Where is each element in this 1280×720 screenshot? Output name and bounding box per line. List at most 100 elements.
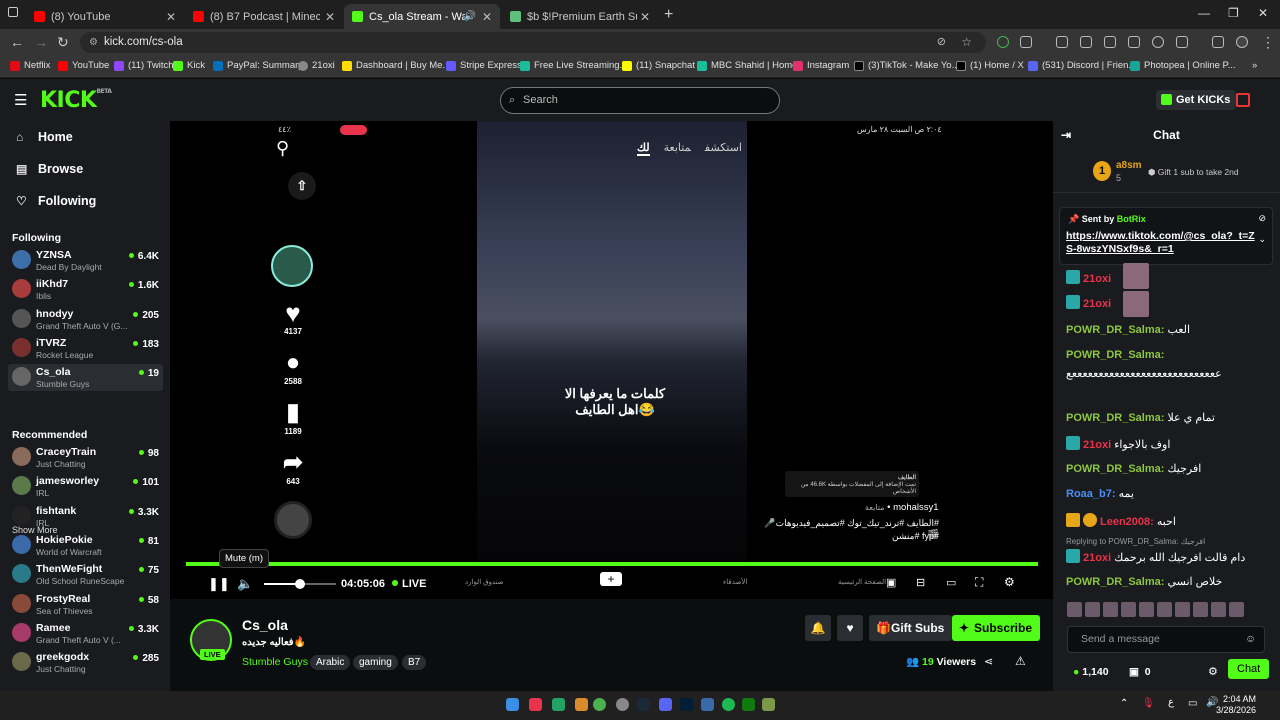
subscribe-button[interactable]: ✦ Subscribe [952,615,1041,641]
browser-tab[interactable]: (8) B7 Podcast | Minecraft | ٦ بي ✕ [185,4,343,29]
bookmark-item[interactable]: Stripe Express [446,60,522,71]
chat-username[interactable]: 21oxi [1083,439,1111,451]
video-player[interactable]: ٤٤٪ ⚲ ⇧ ♥ 4137 ● 2588 ▮ 1189 ➦ 643 كلمات ما … [170,121,1053,599]
speaker-icon[interactable]: 🔊 [464,11,476,22]
chat-username[interactable]: 21oxi [1083,552,1111,564]
media-icon[interactable] [1212,36,1224,48]
minecraft-icon[interactable] [762,698,775,711]
sidebar-channel-ramee[interactable]: Ramee Grand Theft Auto V (... 3.3K [8,620,163,647]
photoshop-icon[interactable] [680,698,693,711]
chat-username[interactable]: POWR_DR_Salma: [1066,576,1164,588]
tag-arabic[interactable]: Arabic [310,655,351,670]
sidebar-item-following[interactable]: ♡ Following [16,194,96,208]
forward-icon[interactable]: → [34,34,48,50]
bookmark-item[interactable]: Instagram [793,60,849,71]
sidebar-item-home[interactable]: ⌂ Home [16,130,73,144]
fullscreen-icon[interactable]: ⛶ [975,575,983,590]
gift-icon[interactable] [1236,93,1250,107]
unpin-icon[interactable]: ⊘ [1258,213,1266,224]
link-icon[interactable] [1176,36,1188,48]
bookmark-item[interactable]: Free Live Streaming... [520,60,627,71]
sidebar-channel-itvrz[interactable]: iTVRZ Rocket League 183 [8,335,163,362]
sidebar-channel-thenwefight[interactable]: ThenWeFight Old School RuneScape 75 [8,561,163,588]
tv-icon[interactable]: ⊟ [916,576,925,589]
bookmark-item[interactable]: (11) Snapchat [622,60,695,71]
bookmark-item[interactable]: PayPal: Summary [213,60,303,71]
sidebar-channel-hnodyy[interactable]: hnodyy Grand Theft Auto V (G... 205 [8,306,163,333]
chevron-down-icon[interactable]: ⌄ [1258,234,1266,245]
theater-mode-icon[interactable]: ▭ [946,576,956,589]
gifts-balance[interactable]: ▣ 0 [1129,666,1151,678]
minimize-icon[interactable]: — [1198,6,1210,20]
star-icon[interactable]: ☆ [961,32,972,53]
app-icon[interactable] [616,698,629,711]
bookmark-item[interactable]: Netflix [10,60,50,71]
follow-heart-button[interactable]: ♥ [837,615,863,641]
close-icon[interactable]: ✕ [166,10,176,24]
bookmark-item[interactable]: Kick [173,60,205,71]
sidebar-channel-jamesworley[interactable]: jamesworley IRL 101 [8,473,163,500]
reload-icon[interactable]: ↻ [57,34,69,51]
sidebar-channel-iikhd7[interactable]: iiKhd7 Iblis 1.6K [8,276,163,303]
bookmark-item[interactable]: 21oxi [298,60,335,71]
site-info-icon[interactable]: ⚙ [89,32,98,53]
sidebar-channel-fishtank[interactable]: fishtank IRL 3.3K [8,503,163,530]
get-kicks-button[interactable]: Get KICKs [1156,90,1237,110]
chat-username[interactable]: POWR_DR_Salma: [1066,324,1164,336]
chat-username[interactable]: Leen2008: [1100,516,1154,528]
sidebar-item-browse[interactable]: ▤ Browse [16,162,83,176]
bookmark-item[interactable]: Dashboard | Buy Me... [342,60,450,71]
sidebar-channel-cs_ola[interactable]: Cs_ola Stumble Guys 19 [8,364,163,392]
key-icon[interactable] [1080,36,1092,48]
share-icon[interactable]: ⋖ [984,655,993,668]
gift-subs-button[interactable]: 🎁 Gift Subs [869,615,953,641]
chat-send-button[interactable]: Chat [1228,659,1270,679]
bookmark-item[interactable]: (3)TikTok - Make Yo... [854,60,960,71]
back-icon[interactable]: ← [10,34,24,50]
close-window-icon[interactable]: ✕ [1258,6,1268,20]
extension-icon[interactable] [997,36,1009,48]
steam-icon[interactable] [637,698,650,711]
sidebar-channel-craceytrain[interactable]: CraceyTrain Just Chatting 98 [8,444,163,471]
history-icon[interactable] [1152,36,1164,48]
chat-username[interactable]: POWR_DR_Salma: [1066,463,1164,475]
gift-sub-cta[interactable]: ⬢ Gift 1 sub to take 2nd [1148,167,1239,178]
close-icon[interactable]: ✕ [640,10,650,24]
sidebar-channel-frostyreal[interactable]: FrostyReal Sea of Thieves 58 [8,591,163,618]
chat-username[interactable]: Roaa_b7: [1066,488,1116,500]
report-icon[interactable]: ⚠ [1015,654,1026,668]
clock[interactable]: 2:04 AM 3/28/2026 [1216,694,1256,716]
url-field[interactable]: ⚙ kick.com/cs-ola ⊘ ☆ [80,32,986,53]
chrome-icon[interactable] [593,698,606,711]
settings-icon[interactable]: ⚙ [1004,575,1015,589]
search-input[interactable]: ⌕ Search [500,87,780,114]
close-icon[interactable]: ✕ [325,10,335,24]
volume-icon[interactable]: 🔈 [237,576,253,592]
top-gifter-name[interactable]: a8sm [1116,160,1142,171]
language-indicator[interactable]: ع [1168,697,1174,708]
notification-bell-button[interactable]: 🔔 [805,615,831,641]
close-icon[interactable]: ✕ [482,10,492,24]
chat-username[interactable]: POWR_DR_Salma: [1066,349,1164,361]
chat-input[interactable]: Send a message ☺ [1067,626,1265,653]
tab-list-icon[interactable] [8,7,18,17]
chevron-up-icon[interactable]: ⌃ [1120,698,1128,709]
hamburger-menu-icon[interactable]: ☰ [14,91,27,109]
network-icon[interactable]: ▭ [1188,698,1197,709]
app-icon[interactable] [552,698,565,711]
sidebar-channel-yznsa[interactable]: YZNSA Dead By Daylight 6.4K [8,247,163,274]
bookmark-item[interactable]: MBC Shahid | Home [697,60,797,71]
maximize-icon[interactable]: ❐ [1228,6,1239,20]
chat-username[interactable]: 21oxi [1083,273,1111,285]
avatar[interactable] [1236,36,1248,48]
app-icon[interactable] [701,698,714,711]
translate-icon[interactable] [1104,36,1116,48]
more-bookmarks-icon[interactable]: » [1252,60,1257,71]
kicks-balance[interactable]: ● 1,140 [1073,666,1109,678]
sidebar-channel-hokiepokie[interactable]: HokiePokie World of Warcraft 81 [8,532,163,559]
tag-b7[interactable]: B7 [402,655,427,670]
progress-bar[interactable] [186,562,1038,566]
menu-icon[interactable]: ⋮ [1261,34,1275,51]
channel-name[interactable]: Cs_ola [242,617,288,633]
sidebar-channel-greekgodx[interactable]: greekgodx Just Chatting 285 [8,649,163,676]
